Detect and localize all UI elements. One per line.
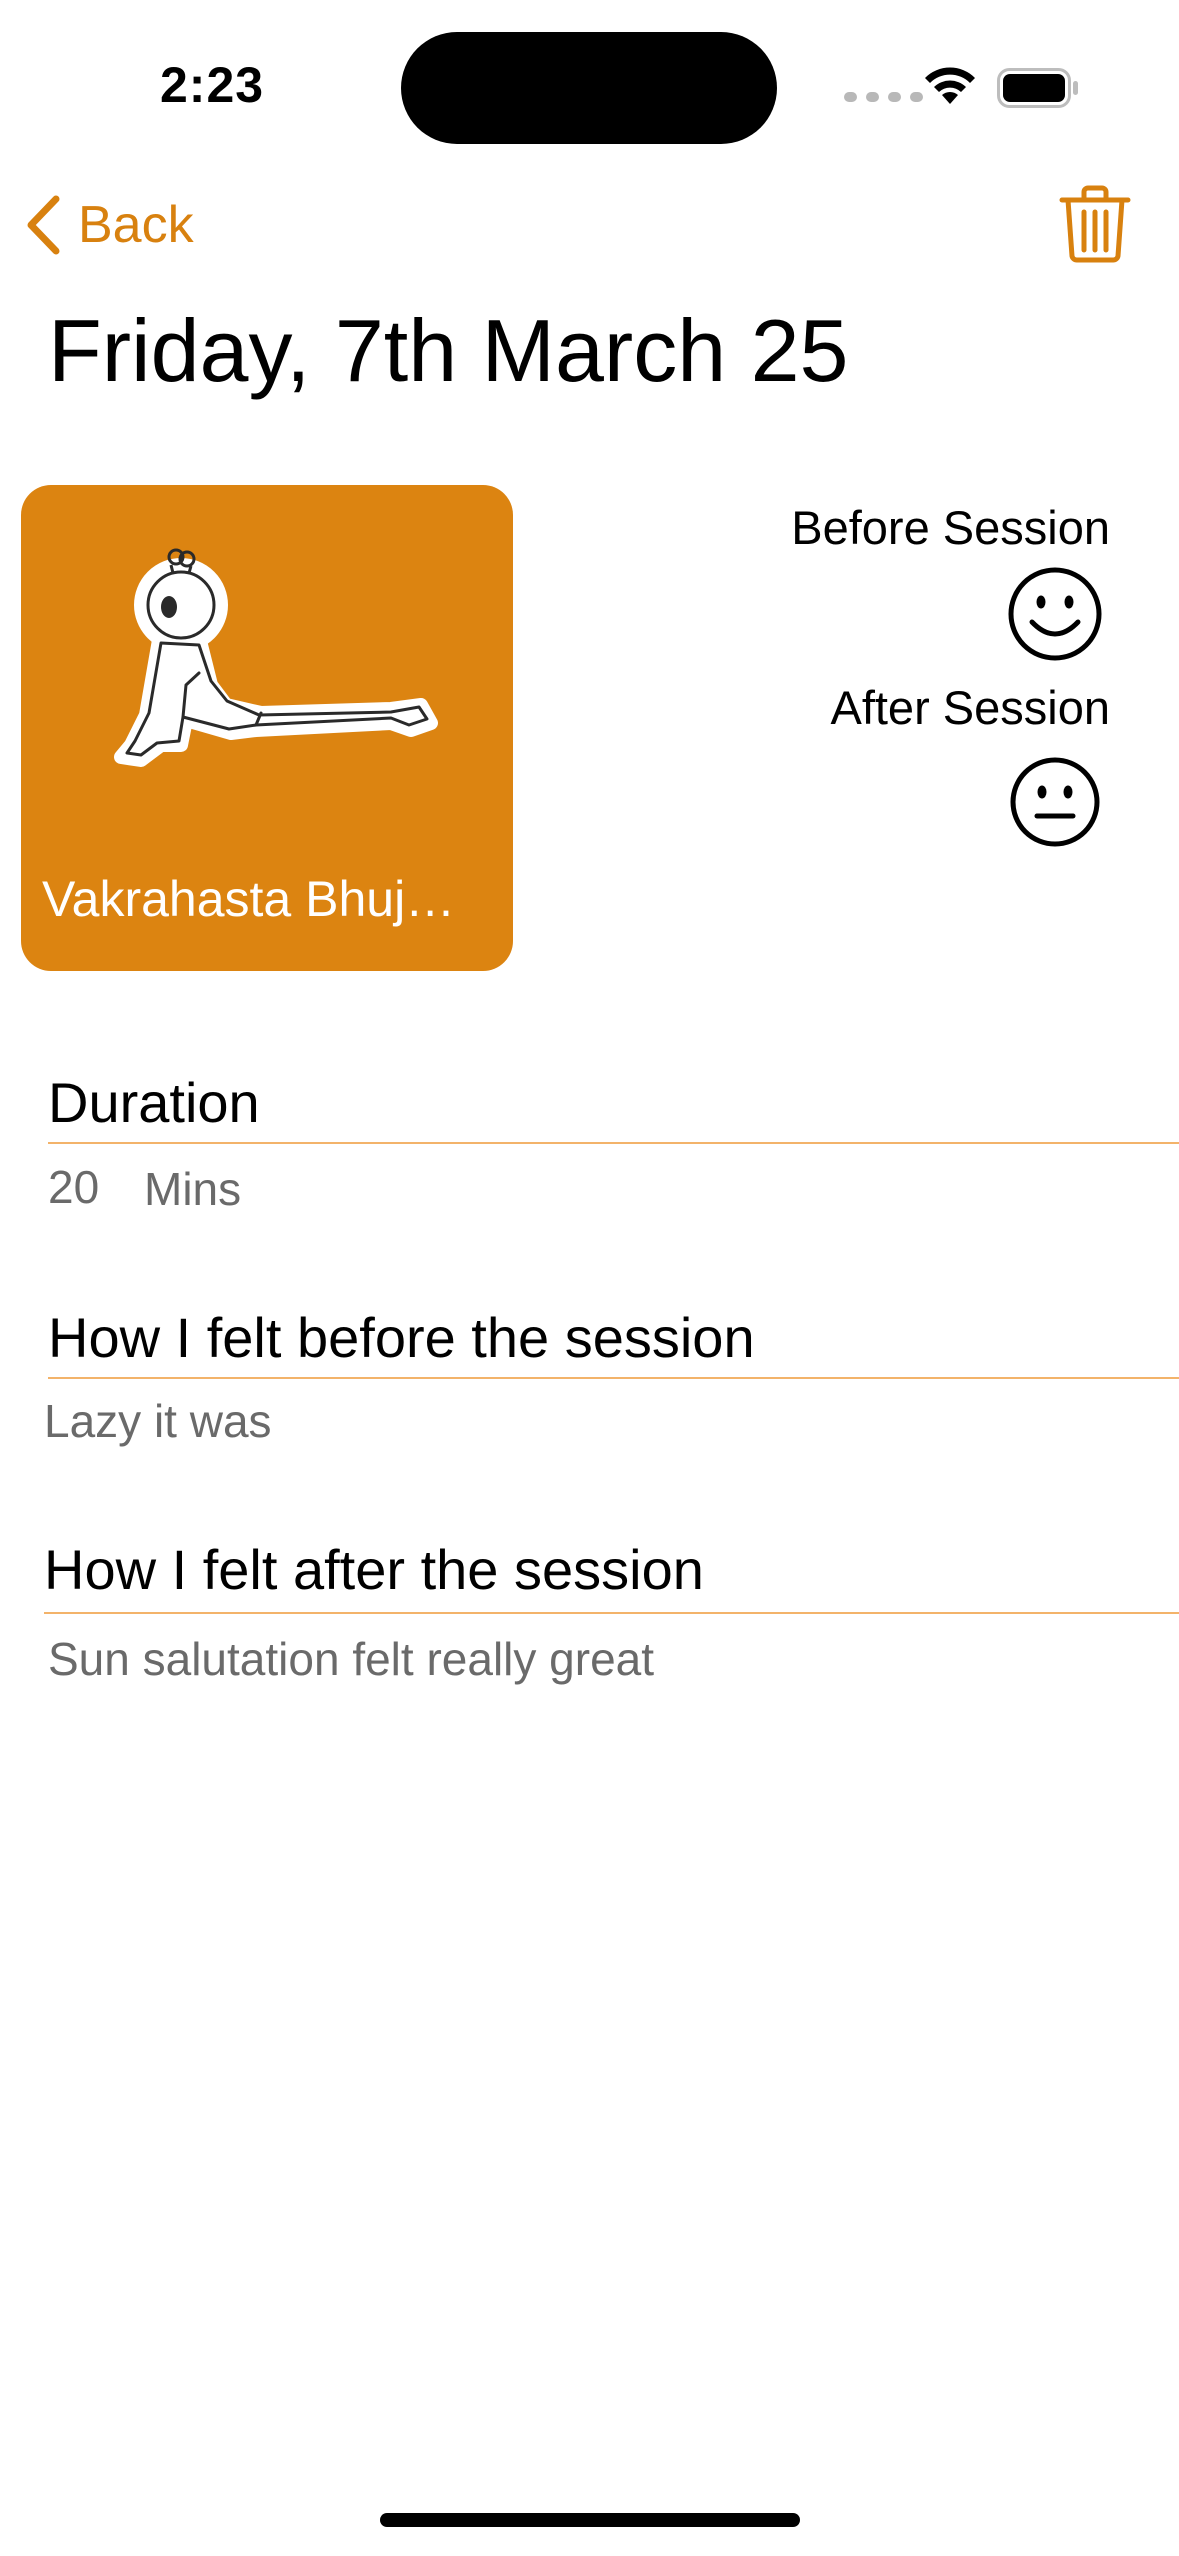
page-title: Friday, 7th March 25 <box>48 301 849 400</box>
before-session-label: Before Session <box>791 501 1110 554</box>
trash-icon[interactable] <box>1058 184 1132 264</box>
duration-divider <box>48 1142 1179 1144</box>
felt-before-text: Lazy it was <box>44 1395 272 1447</box>
felt-after-text: Sun salutation felt really great <box>48 1633 655 1685</box>
chevron-left-icon <box>27 195 60 255</box>
neutral-face-icon <box>1010 757 1100 847</box>
back-label: Back <box>78 196 194 254</box>
pose-name: Vakrahasta Bhuj… <box>42 871 456 927</box>
battery-icon <box>997 68 1078 108</box>
dynamic-island <box>401 32 777 144</box>
status-time: 2:23 <box>160 57 265 113</box>
cellular-signal-icon <box>844 92 923 102</box>
felt-after-heading: How I felt after the session <box>44 1538 704 1601</box>
home-indicator[interactable] <box>380 2513 800 2527</box>
duration-heading: Duration <box>48 1071 260 1134</box>
felt-before-divider <box>48 1377 1179 1379</box>
felt-after-divider <box>44 1612 1179 1614</box>
duration-value: 20 <box>48 1161 100 1213</box>
pose-card[interactable]: Vakrahasta Bhuj… <box>21 485 513 971</box>
back-button[interactable]: Back <box>24 194 194 256</box>
smiling-face-icon <box>1008 567 1102 661</box>
wifi-icon <box>925 67 975 104</box>
yoga-pose-figure <box>114 548 438 767</box>
after-session-label: After Session <box>830 681 1110 734</box>
felt-before-heading: How I felt before the session <box>48 1306 755 1369</box>
duration-unit: Mins <box>144 1163 242 1215</box>
